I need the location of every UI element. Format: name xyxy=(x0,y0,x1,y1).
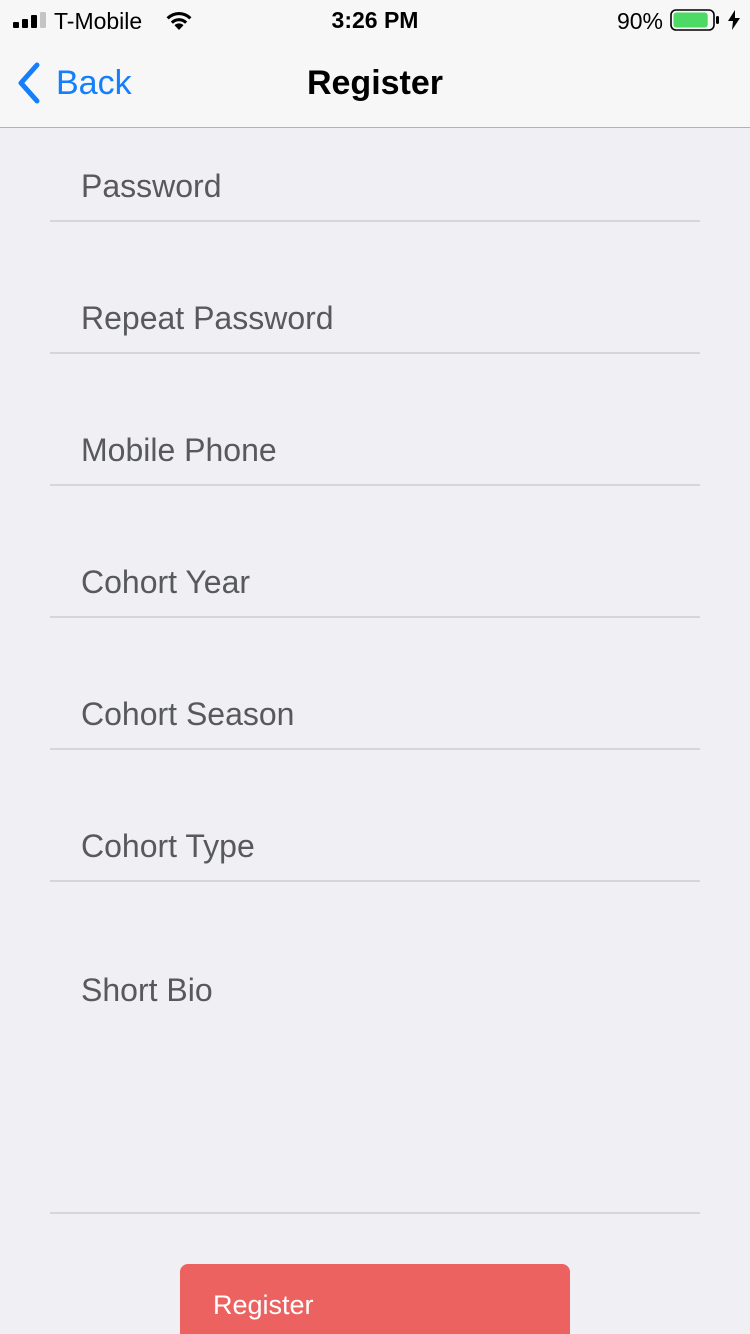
short-bio-textarea[interactable] xyxy=(50,944,700,1212)
short-bio-field xyxy=(50,944,700,1214)
page-title: Register xyxy=(306,64,444,102)
repeat-password-field xyxy=(50,284,700,354)
cohort-season-field xyxy=(50,680,700,750)
password-field xyxy=(50,152,700,222)
cohort-type-input[interactable] xyxy=(50,812,700,880)
register-button[interactable]: Register xyxy=(180,1264,570,1334)
mobile-phone-input[interactable] xyxy=(50,416,700,484)
navigation-bar: Back Register xyxy=(0,40,750,128)
battery-percentage: 90% xyxy=(616,8,663,34)
cohort-year-field xyxy=(50,548,700,618)
cohort-season-input[interactable] xyxy=(50,680,700,748)
charging-bolt-icon xyxy=(728,10,740,30)
status-bar: T-Mobile 3:26 PM 90% xyxy=(0,0,750,40)
password-input[interactable] xyxy=(50,152,700,220)
repeat-password-input[interactable] xyxy=(50,284,700,352)
register-screen: T-Mobile 3:26 PM 90% Back Register Mobil… xyxy=(0,0,750,1334)
cohort-year-input[interactable] xyxy=(50,548,700,616)
mobile-phone-field xyxy=(50,416,700,486)
battery-icon xyxy=(670,9,719,31)
cohort-type-field xyxy=(50,812,700,882)
